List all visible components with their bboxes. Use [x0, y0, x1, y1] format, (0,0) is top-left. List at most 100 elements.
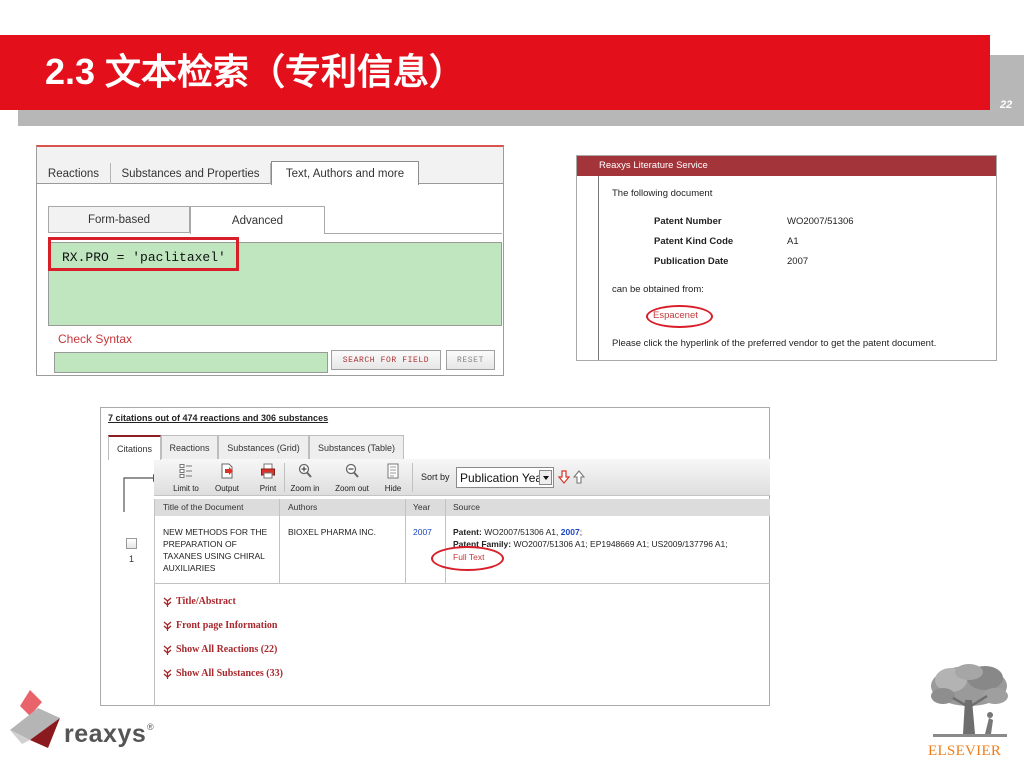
title-underline-bar [18, 110, 1024, 126]
sort-select-value: Publication Year [460, 471, 547, 485]
sort-descending-icon[interactable] [558, 470, 570, 484]
literature-intro: The following document [612, 188, 713, 199]
reaxys-wordmark: reaxys [64, 720, 147, 748]
obtained-from-text: can be obtained from: [612, 284, 704, 295]
patent-family-values: WO2007/51306 A1; EP1948669 A1; US2009/13… [513, 539, 728, 549]
column-divider [154, 499, 155, 584]
column-header-authors[interactable]: Authors [288, 502, 317, 512]
column-header-year[interactable]: Year [413, 502, 430, 512]
search-for-field-button[interactable]: SEARCH FOR FIELD [331, 350, 441, 370]
column-header-source[interactable]: Source [453, 502, 480, 512]
double-chevron-down-icon [163, 645, 172, 655]
print-button[interactable]: Print [248, 459, 288, 496]
tab-label: Substances (Grid) [227, 442, 300, 453]
zoom-in-button[interactable]: Zoom in [285, 459, 325, 496]
sort-ascending-icon[interactable] [573, 470, 585, 484]
zoom-out-icon [345, 463, 359, 478]
output-button[interactable]: Output [207, 459, 247, 496]
row-checkbox[interactable] [126, 538, 137, 549]
reset-button[interactable]: RESET [446, 350, 495, 370]
results-panel: 7 citations out of 474 reactions and 306… [100, 407, 770, 706]
document-title-line: AUXILIARIES [163, 563, 216, 573]
patent-year: 2007 [560, 527, 580, 537]
button-label: SEARCH FOR FIELD [342, 355, 430, 365]
column-divider [405, 499, 406, 584]
tab-label: Reactions [169, 442, 210, 453]
double-chevron-down-icon [163, 669, 172, 679]
subtab-label: Form-based [88, 213, 150, 226]
literature-header-bar: Reaxys Literature Service [577, 156, 996, 176]
patent-suffix: ; [579, 527, 583, 537]
tab-text-authors-and-more[interactable]: Text, Authors and more [271, 161, 419, 185]
tab-label: Text, Authors and more [285, 167, 405, 180]
details-divider [154, 584, 155, 706]
tab-label: Citations [116, 443, 152, 454]
reaxys-logo-icon [10, 690, 60, 748]
query-panel: Reactions Substances and Properties Text… [36, 145, 504, 376]
citations-table: Title of the Document Authors Year Sourc… [154, 499, 770, 584]
check-syntax-link[interactable]: Check Syntax [58, 332, 132, 346]
subtab-advanced[interactable]: Advanced [190, 206, 325, 234]
expander-label: Show All Substances (33) [176, 668, 283, 679]
zoom-out-button[interactable]: Zoom out [332, 459, 372, 496]
tab-citations[interactable]: Citations [108, 435, 161, 460]
field-input[interactable] [54, 352, 328, 373]
document-title-line: PREPARATION OF [163, 539, 237, 549]
results-toolbar: Limit to Output Print Zoom in Zoom out H… [154, 459, 770, 496]
output-icon [221, 463, 233, 479]
field-value-publication-date: 2007 [787, 256, 809, 267]
tab-substances-and-properties[interactable]: Substances and Properties [111, 163, 271, 184]
subtab-form-based[interactable]: Form-based [48, 206, 190, 233]
limit-to-button[interactable]: Limit to [166, 459, 206, 496]
tab-reactions[interactable]: Reactions [161, 435, 218, 459]
double-chevron-down-icon [163, 621, 172, 631]
source-patent-line: Patent: WO2007/51306 A1, 2007; [453, 526, 582, 538]
field-value-kind-code: A1 [787, 236, 799, 247]
slide-title: 2.3 文本检索（专利信息） [45, 51, 466, 92]
subtab-divider [325, 233, 502, 234]
document-authors: BIOXEL PHARMA INC. [288, 527, 377, 537]
field-label-publication-date: Publication Date [654, 256, 729, 267]
query-highlight-box [48, 237, 239, 271]
zoom-in-icon [298, 463, 312, 478]
tab-label: Substances and Properties [121, 167, 260, 180]
expander-label: Title/Abstract [176, 596, 236, 607]
source-family-line: Patent Family: WO2007/51306 A1; EP194866… [453, 538, 728, 550]
sort-by-label: Sort by [421, 472, 450, 482]
literature-service-panel: Reaxys Literature Service The following … [576, 155, 997, 361]
expander-label: Front page Information [176, 620, 278, 631]
sort-select[interactable]: Publication Year [456, 467, 554, 488]
tab-reactions[interactable]: Reactions [37, 163, 111, 184]
hide-button[interactable]: Hide [373, 459, 413, 496]
title-banner: 2.3 文本检索（专利信息） [0, 35, 990, 110]
page-number-block: 22 [990, 55, 1024, 126]
document-year: 2007 [413, 527, 432, 537]
field-label-kind-code: Patent Kind Code [654, 236, 734, 247]
printer-icon [261, 463, 275, 479]
vendor-instruction: Please click the hyperlink of the prefer… [612, 338, 937, 349]
tab-substances-grid[interactable]: Substances (Grid) [218, 435, 309, 459]
elsevier-wordmark: ELSEVIER [928, 743, 1002, 759]
toolbar-label: Limit to [173, 484, 199, 493]
espacenet-highlight-ellipse [646, 305, 713, 328]
column-divider [279, 499, 280, 584]
expander-label: Show All Reactions (22) [176, 644, 278, 655]
patent-label: Patent: [453, 527, 482, 537]
tab-substances-table[interactable]: Substances (Table) [309, 435, 404, 459]
toolbar-label: Zoom out [335, 484, 369, 493]
toolbar-separator [412, 463, 413, 492]
elsevier-tree-logo-icon [931, 664, 1008, 737]
page-number: 22 [1000, 99, 1013, 111]
chevron-down-icon[interactable] [539, 470, 552, 485]
hide-icon [387, 463, 399, 479]
column-header-title[interactable]: Title of the Document [163, 502, 243, 512]
row-divider [154, 583, 770, 584]
column-divider [445, 499, 446, 584]
results-summary-link[interactable]: 7 citations out of 474 reactions and 306… [108, 413, 328, 423]
subtab-label: Advanced [231, 214, 284, 227]
full-text-highlight-ellipse [431, 546, 504, 571]
registered-mark: ® [147, 722, 154, 732]
double-chevron-down-icon [163, 597, 172, 607]
tab-label: Reactions [47, 167, 100, 180]
toolbar-label: Print [259, 484, 277, 493]
